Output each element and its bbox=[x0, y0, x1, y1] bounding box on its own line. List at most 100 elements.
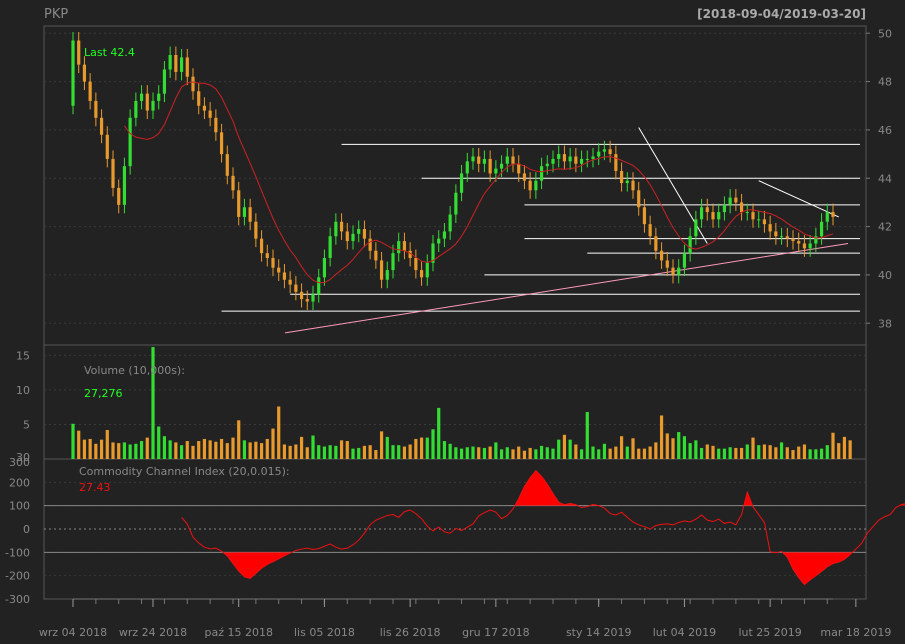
candle-body bbox=[134, 100, 138, 118]
candle-body bbox=[522, 173, 527, 181]
candle-body bbox=[71, 40, 75, 106]
candle-body bbox=[557, 154, 561, 159]
volume-bar bbox=[459, 448, 464, 459]
candle-body bbox=[482, 158, 487, 164]
candle-body bbox=[705, 207, 709, 213]
candle-body bbox=[145, 93, 149, 111]
price-tick-label: 46 bbox=[878, 124, 892, 137]
volume-bar bbox=[625, 446, 629, 459]
volume-bar bbox=[774, 447, 778, 459]
candle-body bbox=[351, 233, 355, 242]
candle-body bbox=[385, 270, 389, 280]
candle-body bbox=[608, 149, 612, 155]
candle-body bbox=[545, 163, 549, 167]
candle-body bbox=[699, 207, 704, 220]
volume-bar bbox=[248, 442, 252, 459]
candle-body bbox=[528, 180, 532, 191]
candle-body bbox=[808, 243, 812, 249]
volume-bar bbox=[619, 436, 624, 459]
volume-bar bbox=[254, 441, 258, 459]
candle-body bbox=[139, 93, 144, 101]
candle-body bbox=[442, 231, 447, 239]
candle-body bbox=[151, 100, 155, 111]
volume-bar bbox=[762, 444, 767, 459]
volume-bar bbox=[482, 447, 487, 459]
candle-body bbox=[282, 272, 287, 280]
candle-body bbox=[219, 132, 224, 155]
candle-body bbox=[499, 163, 504, 169]
volume-bar bbox=[831, 432, 835, 459]
candle-body bbox=[105, 134, 109, 159]
volume-bar bbox=[797, 446, 801, 459]
candle-body bbox=[197, 91, 201, 106]
volume-bar bbox=[208, 440, 212, 459]
volume-bar bbox=[322, 446, 327, 459]
cci-tick-label: 200 bbox=[9, 476, 30, 489]
candle-body bbox=[402, 241, 407, 251]
candle-body bbox=[77, 40, 81, 65]
volume-bar bbox=[659, 415, 664, 459]
volume-bar bbox=[231, 437, 235, 459]
x-tick-label: paź 15 2018 bbox=[204, 626, 272, 639]
volume-label: Volume (10,000s): bbox=[84, 364, 185, 377]
candle-body bbox=[191, 76, 195, 92]
volume-value: 27,276 bbox=[84, 387, 123, 400]
candle-body bbox=[322, 258, 327, 278]
volume-bar bbox=[117, 443, 121, 459]
volume-bar bbox=[402, 446, 407, 459]
volume-bar bbox=[522, 450, 527, 459]
candle-body bbox=[317, 277, 321, 295]
volume-bar bbox=[219, 438, 224, 459]
volume-bar bbox=[477, 447, 481, 459]
volume-bar bbox=[631, 438, 635, 459]
volume-bar bbox=[437, 407, 441, 459]
candle-body bbox=[671, 267, 675, 275]
volume-bar bbox=[345, 441, 349, 459]
volume-bar bbox=[385, 436, 389, 459]
candle-body bbox=[271, 258, 275, 268]
volume-bar bbox=[825, 445, 829, 459]
volume-bar bbox=[111, 442, 115, 459]
volume-bar bbox=[785, 447, 789, 459]
candle-body bbox=[259, 238, 264, 254]
volume-bar bbox=[134, 443, 138, 459]
candle-body bbox=[299, 291, 304, 300]
volume-bar bbox=[99, 439, 104, 459]
volume-tick-label: 10 bbox=[16, 384, 30, 397]
candle-body bbox=[757, 219, 761, 221]
candle-body bbox=[374, 250, 378, 261]
volume-bar bbox=[819, 448, 824, 459]
candle-body bbox=[728, 197, 732, 205]
volume-bar bbox=[357, 447, 361, 459]
volume-bar bbox=[214, 441, 218, 459]
volume-bar bbox=[648, 446, 652, 459]
candle-body bbox=[362, 229, 367, 239]
candle-body bbox=[328, 236, 332, 258]
candle-body bbox=[357, 229, 361, 234]
candle-body bbox=[237, 190, 241, 217]
candle-body bbox=[751, 212, 755, 220]
volume-bar bbox=[471, 446, 475, 459]
x-tick-label: sty 14 2019 bbox=[566, 626, 632, 639]
volume-bar bbox=[454, 447, 458, 459]
volume-bar bbox=[751, 437, 755, 459]
candle-body bbox=[437, 238, 441, 244]
volume-bar bbox=[677, 432, 681, 459]
volume-bar bbox=[139, 441, 144, 459]
volume-bar bbox=[305, 447, 309, 459]
candle-body bbox=[88, 81, 92, 101]
volume-bar bbox=[534, 449, 538, 459]
volume-bar bbox=[202, 438, 207, 459]
volume-bar bbox=[368, 445, 372, 459]
candle-body bbox=[294, 284, 298, 292]
volume-bar bbox=[168, 440, 172, 459]
cci-tick-label: 0 bbox=[23, 523, 30, 536]
volume-bar bbox=[505, 447, 509, 459]
candle-body bbox=[111, 158, 115, 188]
candle-body bbox=[642, 207, 647, 225]
candle-body bbox=[774, 231, 778, 237]
volume-bar bbox=[768, 445, 772, 459]
price-tick-label: 42 bbox=[878, 221, 892, 234]
volume-bar bbox=[728, 447, 732, 459]
candle-body bbox=[448, 214, 452, 232]
